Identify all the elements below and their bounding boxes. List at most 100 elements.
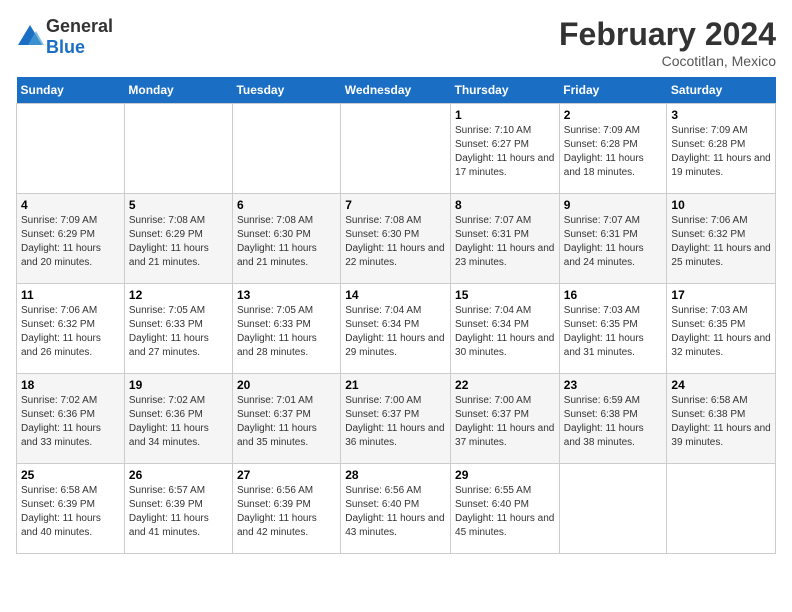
day-cell: 24Sunrise: 6:58 AMSunset: 6:38 PMDayligh… <box>667 374 776 464</box>
day-info: Sunrise: 6:56 AMSunset: 6:40 PMDaylight:… <box>345 484 446 540</box>
day-number: 15 <box>455 288 555 302</box>
day-number: 28 <box>345 468 446 482</box>
header-day-wednesday: Wednesday <box>341 77 451 104</box>
logo-icon <box>16 23 44 51</box>
day-info: Sunrise: 7:00 AMSunset: 6:37 PMDaylight:… <box>345 394 446 450</box>
calendar-table: SundayMondayTuesdayWednesdayThursdayFrid… <box>16 77 776 554</box>
day-info: Sunrise: 7:05 AMSunset: 6:33 PMDaylight:… <box>237 304 336 360</box>
day-cell: 13 Sunrise: 7:05 AMSunset: 6:33 PMDayligh… <box>232 284 340 374</box>
header-day-friday: Friday <box>559 77 667 104</box>
day-info: Sunrise: 6:59 AMSunset: 6:38 PMDaylight:… <box>564 394 663 450</box>
day-cell: 23 Sunrise: 6:59 AMSunset: 6:38 PMDayligh… <box>559 374 667 464</box>
logo: General Blue <box>16 16 113 58</box>
day-info: Sunrise: 7:09 AMSunset: 6:28 PMDaylight:… <box>564 124 663 180</box>
day-info: Sunrise: 7:05 AMSunset: 6:33 PMDaylight:… <box>129 304 228 360</box>
day-cell: 18 Sunrise: 7:02 AMSunset: 6:36 PMDayligh… <box>17 374 125 464</box>
day-number: 20 <box>237 378 336 392</box>
week-row-5: 25 Sunrise: 6:58 AMSunset: 6:39 PMDayligh… <box>17 464 776 554</box>
day-info: Sunrise: 7:03 AMSunset: 6:35 PMDaylight:… <box>671 304 771 360</box>
day-cell: 7Sunrise: 7:08 AMSunset: 6:30 PMDaylight… <box>341 194 451 284</box>
day-number: 25 <box>21 468 120 482</box>
day-info: Sunrise: 7:02 AMSunset: 6:36 PMDaylight:… <box>21 394 120 450</box>
day-info: Sunrise: 7:10 AMSunset: 6:27 PMDaylight:… <box>455 124 555 180</box>
day-info: Sunrise: 6:55 AMSunset: 6:40 PMDaylight:… <box>455 484 555 540</box>
logo-blue-text: Blue <box>46 37 85 57</box>
day-cell <box>17 104 125 194</box>
day-number: 21 <box>345 378 446 392</box>
day-number: 14 <box>345 288 446 302</box>
day-cell: 6Sunrise: 7:08 AMSunset: 6:30 PMDaylight… <box>232 194 340 284</box>
logo-general-text: General <box>46 16 113 36</box>
day-cell: 15Sunrise: 7:04 AMSunset: 6:34 PMDayligh… <box>451 284 560 374</box>
location-subtitle: Cocotitlan, Mexico <box>559 53 776 69</box>
day-info: Sunrise: 6:58 AMSunset: 6:39 PMDaylight:… <box>21 484 120 540</box>
day-cell: 11 Sunrise: 7:06 AMSunset: 6:32 PMDayligh… <box>17 284 125 374</box>
day-cell <box>559 464 667 554</box>
day-cell: 9 Sunrise: 7:07 AMSunset: 6:31 PMDaylight… <box>559 194 667 284</box>
day-info: Sunrise: 7:04 AMSunset: 6:34 PMDaylight:… <box>345 304 446 360</box>
day-info: Sunrise: 7:09 AMSunset: 6:29 PMDaylight:… <box>21 214 120 270</box>
day-number: 10 <box>671 198 771 212</box>
header-day-thursday: Thursday <box>451 77 560 104</box>
week-row-2: 4Sunrise: 7:09 AMSunset: 6:29 PMDaylight… <box>17 194 776 284</box>
day-number: 11 <box>21 288 120 302</box>
day-cell <box>667 464 776 554</box>
week-row-3: 11 Sunrise: 7:06 AMSunset: 6:32 PMDayligh… <box>17 284 776 374</box>
day-info: Sunrise: 7:08 AMSunset: 6:29 PMDaylight:… <box>129 214 228 270</box>
day-number: 13 <box>237 288 336 302</box>
day-number: 18 <box>21 378 120 392</box>
day-number: 6 <box>237 198 336 212</box>
calendar-header: SundayMondayTuesdayWednesdayThursdayFrid… <box>17 77 776 104</box>
day-info: Sunrise: 7:06 AMSunset: 6:32 PMDaylight:… <box>671 214 771 270</box>
day-cell: 2 Sunrise: 7:09 AMSunset: 6:28 PMDaylight… <box>559 104 667 194</box>
day-number: 8 <box>455 198 555 212</box>
day-info: Sunrise: 6:56 AMSunset: 6:39 PMDaylight:… <box>237 484 336 540</box>
week-row-4: 18 Sunrise: 7:02 AMSunset: 6:36 PMDayligh… <box>17 374 776 464</box>
day-number: 27 <box>237 468 336 482</box>
day-info: Sunrise: 6:57 AMSunset: 6:39 PMDaylight:… <box>129 484 228 540</box>
day-cell: 27 Sunrise: 6:56 AMSunset: 6:39 PMDayligh… <box>232 464 340 554</box>
day-number: 9 <box>564 198 663 212</box>
day-info: Sunrise: 7:02 AMSunset: 6:36 PMDaylight:… <box>129 394 228 450</box>
title-section: February 2024 Cocotitlan, Mexico <box>559 16 776 69</box>
day-cell: 17 Sunrise: 7:03 AMSunset: 6:35 PMDayligh… <box>667 284 776 374</box>
day-number: 2 <box>564 108 663 122</box>
calendar-body: 1 Sunrise: 7:10 AMSunset: 6:27 PMDaylight… <box>17 104 776 554</box>
day-number: 3 <box>671 108 771 122</box>
day-info: Sunrise: 7:01 AMSunset: 6:37 PMDaylight:… <box>237 394 336 450</box>
day-cell <box>232 104 340 194</box>
day-cell: 3 Sunrise: 7:09 AMSunset: 6:28 PMDaylight… <box>667 104 776 194</box>
week-row-1: 1 Sunrise: 7:10 AMSunset: 6:27 PMDaylight… <box>17 104 776 194</box>
day-info: Sunrise: 7:03 AMSunset: 6:35 PMDaylight:… <box>564 304 663 360</box>
day-number: 1 <box>455 108 555 122</box>
day-info: Sunrise: 7:06 AMSunset: 6:32 PMDaylight:… <box>21 304 120 360</box>
day-cell: 20 Sunrise: 7:01 AMSunset: 6:37 PMDayligh… <box>232 374 340 464</box>
day-number: 17 <box>671 288 771 302</box>
month-year-title: February 2024 <box>559 16 776 53</box>
page-header: General Blue February 2024 Cocotitlan, M… <box>16 16 776 69</box>
day-number: 16 <box>564 288 663 302</box>
day-number: 24 <box>671 378 771 392</box>
day-cell: 8Sunrise: 7:07 AMSunset: 6:31 PMDaylight… <box>451 194 560 284</box>
header-day-tuesday: Tuesday <box>232 77 340 104</box>
day-cell: 21 Sunrise: 7:00 AMSunset: 6:37 PMDayligh… <box>341 374 451 464</box>
day-number: 29 <box>455 468 555 482</box>
day-number: 19 <box>129 378 228 392</box>
day-cell: 29 Sunrise: 6:55 AMSunset: 6:40 PMDayligh… <box>451 464 560 554</box>
day-number: 23 <box>564 378 663 392</box>
day-cell: 1 Sunrise: 7:10 AMSunset: 6:27 PMDaylight… <box>451 104 560 194</box>
day-number: 12 <box>129 288 228 302</box>
day-cell: 28 Sunrise: 6:56 AMSunset: 6:40 PMDayligh… <box>341 464 451 554</box>
header-row: SundayMondayTuesdayWednesdayThursdayFrid… <box>17 77 776 104</box>
day-info: Sunrise: 7:07 AMSunset: 6:31 PMDaylight:… <box>564 214 663 270</box>
day-cell: 14 Sunrise: 7:04 AMSunset: 6:34 PMDayligh… <box>341 284 451 374</box>
day-cell: 19 Sunrise: 7:02 AMSunset: 6:36 PMDayligh… <box>124 374 232 464</box>
day-info: Sunrise: 7:08 AMSunset: 6:30 PMDaylight:… <box>345 214 446 270</box>
day-number: 5 <box>129 198 228 212</box>
day-number: 26 <box>129 468 228 482</box>
header-day-monday: Monday <box>124 77 232 104</box>
day-cell: 10 Sunrise: 7:06 AMSunset: 6:32 PMDayligh… <box>667 194 776 284</box>
day-info: Sunrise: 7:09 AMSunset: 6:28 PMDaylight:… <box>671 124 771 180</box>
day-info: Sunrise: 7:00 AMSunset: 6:37 PMDaylight:… <box>455 394 555 450</box>
day-cell: 4Sunrise: 7:09 AMSunset: 6:29 PMDaylight… <box>17 194 125 284</box>
